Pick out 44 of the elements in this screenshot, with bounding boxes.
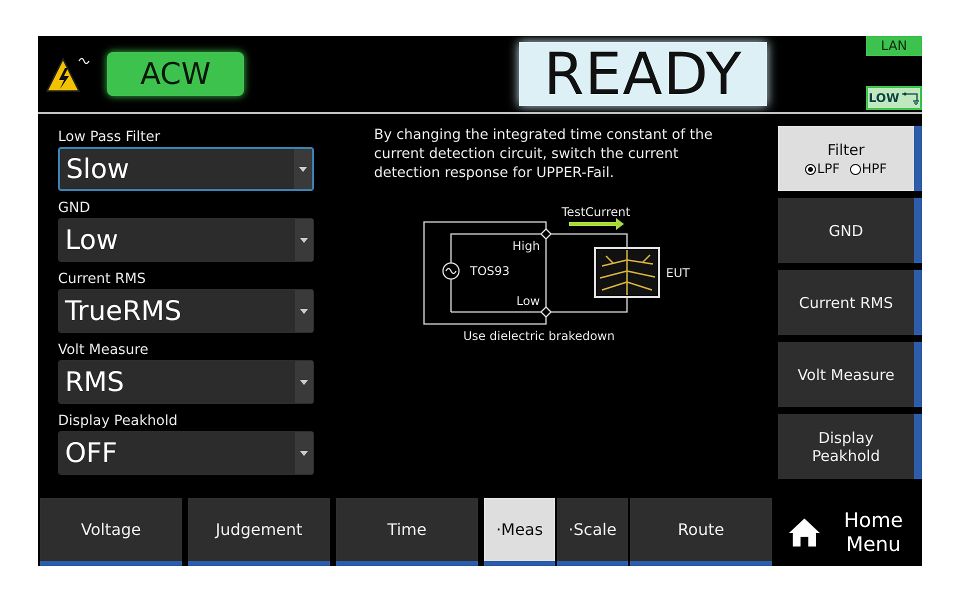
menu-tab[interactable]: ·Meas [484, 498, 555, 566]
description-text: By changing the integrated time constant of the current detection circuit, switch the current detection response for UPPER-Fail. [374, 126, 714, 183]
source-label: TOS93 [470, 264, 510, 278]
dropdown-field[interactable]: RMS [58, 360, 314, 404]
setting-label: Volt Measure [58, 341, 150, 360]
caret-icon [299, 166, 307, 172]
menu-tab[interactable]: Time [336, 498, 478, 566]
ground-badge: LOW [866, 86, 922, 110]
dropdown-field[interactable]: Low [58, 218, 314, 262]
setting-label: Display Peakhold [58, 412, 179, 431]
menu-tab[interactable]: Route [630, 498, 772, 566]
dropdown-field[interactable]: TrueRMS [58, 289, 314, 333]
lan-badge: LAN [866, 36, 922, 56]
setting-label: GND [58, 199, 92, 218]
caret-icon [300, 238, 308, 242]
breakdown-drawing [594, 247, 660, 298]
current-arrow-icon [569, 218, 624, 230]
dropdown-field[interactable]: OFF [58, 431, 314, 475]
setting-label: Low Pass Filter [58, 128, 162, 147]
side-menu-button[interactable]: Display Peakhold [778, 414, 922, 479]
menu-tab[interactable]: Voltage [40, 498, 182, 566]
status-display: READY [519, 42, 767, 106]
side-menu-button[interactable]: Volt Measure [778, 342, 922, 407]
caret-icon [300, 380, 308, 384]
dropdown-field[interactable]: Slow [58, 147, 314, 191]
radio-label: LPF [817, 162, 840, 176]
radio-label: HPF [862, 162, 887, 176]
side-menu-button[interactable]: GND [778, 198, 922, 263]
menu-tab[interactable]: ·Scale [557, 498, 628, 566]
caret-icon [300, 308, 308, 314]
setting-label: Current RMS [58, 270, 147, 289]
radio-button[interactable] [850, 164, 861, 174]
arrow-label: TestCurrent [562, 205, 630, 219]
terminal-label: Low [516, 294, 540, 308]
terminal-label: High [512, 239, 540, 253]
diagram-caption: Use dielectric brakedown [463, 329, 615, 343]
radio-button[interactable] [805, 164, 816, 174]
test-mode-indicator: ACW [107, 52, 244, 96]
home-icon [788, 516, 821, 548]
side-menu-button[interactable]: Filter LPF HPF [778, 126, 922, 191]
side-menu-button[interactable]: Current RMS [778, 270, 922, 335]
menu-tab[interactable]: Judgement [188, 498, 330, 566]
load-label: EUT [666, 266, 690, 280]
caret-icon [300, 450, 308, 456]
